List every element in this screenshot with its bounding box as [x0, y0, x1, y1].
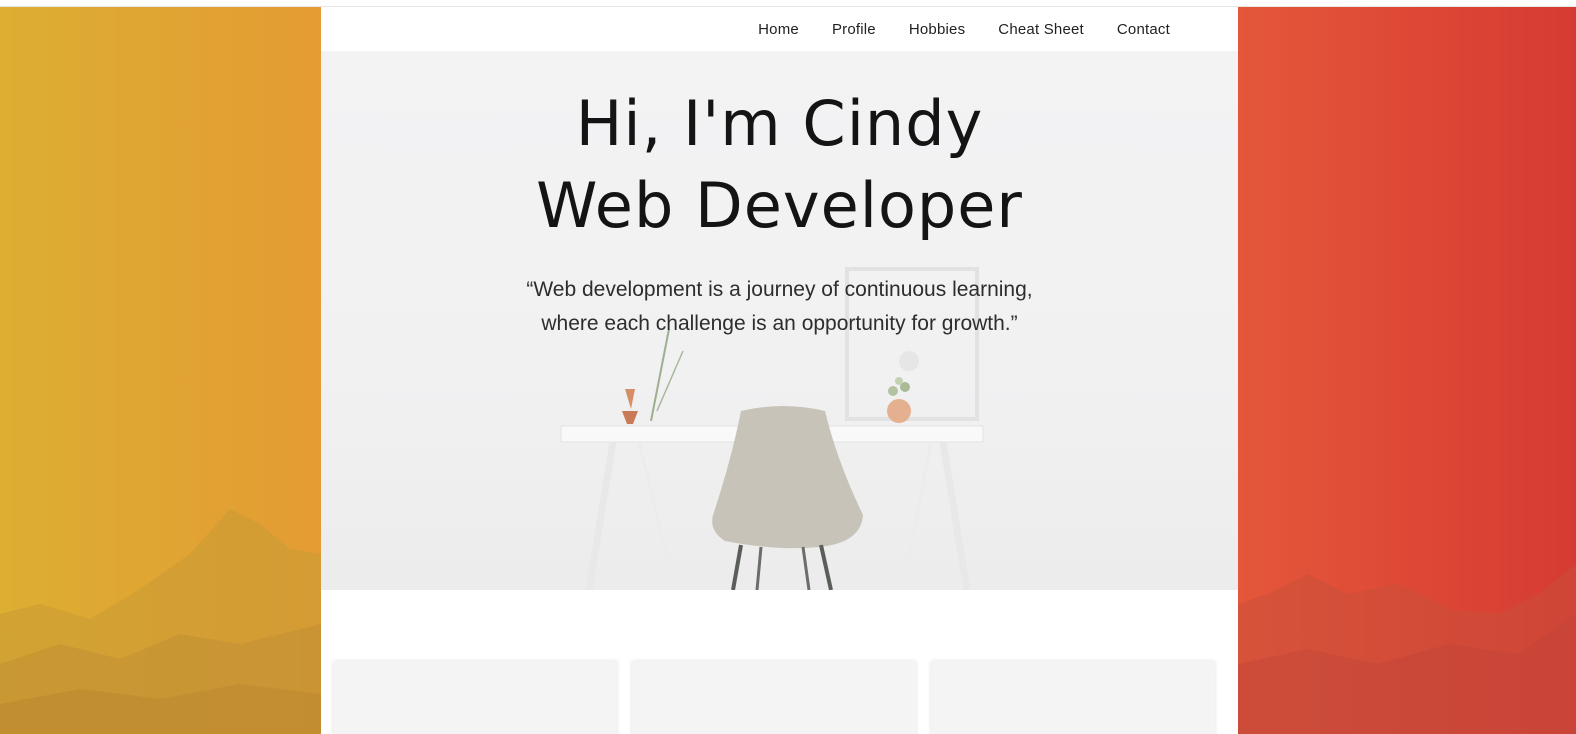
nav-link-hobbies[interactable]: Hobbies [909, 21, 965, 38]
hero-title: Hi, I'm Cindy Web Developer [321, 83, 1238, 247]
hero-title-line-1: Hi, I'm Cindy [575, 87, 984, 160]
hero-quote: “Web development is a journey of continu… [321, 273, 1238, 341]
nav-link-cheat-sheet[interactable]: Cheat Sheet [998, 21, 1084, 38]
mountains-left-decoration [0, 509, 321, 734]
browser-top-strip [0, 0, 1576, 7]
top-navbar: Home Profile Hobbies Cheat Sheet Contact [321, 7, 1238, 51]
hero-quote-line-1: “Web development is a journey of continu… [526, 278, 1033, 301]
hero-title-line-2: Web Developer [536, 169, 1023, 242]
card-2 [632, 661, 916, 734]
hero-section: Hi, I'm Cindy Web Developer “Web develop… [321, 51, 1238, 590]
nav-list: Home Profile Hobbies Cheat Sheet Contact [725, 21, 1170, 38]
main-content-column: Home Profile Hobbies Cheat Sheet Contact [321, 7, 1238, 734]
nav-link-profile[interactable]: Profile [832, 21, 876, 38]
card-row [333, 661, 1217, 734]
nav-link-contact[interactable]: Contact [1117, 21, 1170, 38]
hero-quote-line-2: where each challenge is an opportunity f… [541, 312, 1018, 335]
card-3 [931, 661, 1215, 734]
nav-link-home[interactable]: Home [758, 21, 799, 38]
mountains-right-decoration [1238, 564, 1576, 734]
card-1 [333, 661, 617, 734]
